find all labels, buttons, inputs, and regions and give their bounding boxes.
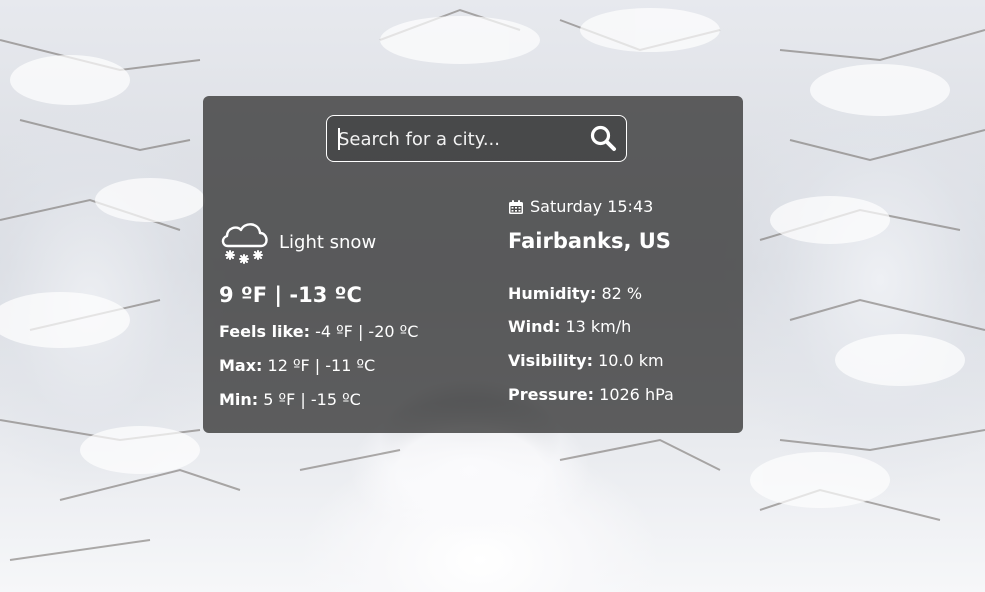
humidity-label: Humidity: xyxy=(508,284,597,303)
wind-value: 13 km/h xyxy=(560,317,632,336)
search-box xyxy=(326,115,627,162)
max-temp-stat: Max: 12 ºF | -11 ºC xyxy=(219,356,375,375)
search-icon xyxy=(590,125,616,151)
humidity-stat: Humidity: 82 % xyxy=(508,284,642,303)
wind-stat: Wind: 13 km/h xyxy=(508,317,631,336)
visibility-value: 10.0 km xyxy=(592,351,664,370)
snow-cloud-icon xyxy=(221,223,268,264)
visibility-label: Visibility: xyxy=(508,351,593,370)
wind-label: Wind: xyxy=(508,317,561,336)
min-temp-stat: Min: 5 ºF | -15 ºC xyxy=(219,390,361,409)
feels-like-value: -4 ºF | -20 ºC xyxy=(310,322,419,341)
pressure-value: 1026 hPa xyxy=(594,385,674,404)
max-temp-value: 12 ºF | -11 ºC xyxy=(262,356,376,375)
search-button[interactable] xyxy=(588,123,618,153)
search-input[interactable] xyxy=(338,125,578,153)
date-time-text: Saturday 15:43 xyxy=(530,197,654,216)
weather-card: Light snow 9 ºF | -13 ºC Feels like: -4 … xyxy=(203,96,743,433)
condition-row: Light snow xyxy=(219,218,459,268)
condition-text: Light snow xyxy=(279,232,377,253)
current-temperature: 9 ºF | -13 ºC xyxy=(219,283,362,307)
min-temp-label: Min: xyxy=(219,390,259,409)
max-temp-label: Max: xyxy=(219,356,263,375)
humidity-value: 82 % xyxy=(596,284,643,303)
visibility-stat: Visibility: 10.0 km xyxy=(508,351,664,370)
text-cursor xyxy=(338,128,340,150)
date-time-row: Saturday 15:43 xyxy=(508,197,653,216)
min-temp-value: 5 ºF | -15 ºC xyxy=(258,390,361,409)
pressure-label: Pressure: xyxy=(508,385,595,404)
feels-like-label: Feels like: xyxy=(219,322,310,341)
feels-like-stat: Feels like: -4 ºF | -20 ºC xyxy=(219,322,418,341)
city-name: Fairbanks, US xyxy=(508,229,671,253)
pressure-stat: Pressure: 1026 hPa xyxy=(508,385,674,404)
calendar-icon xyxy=(509,199,523,214)
